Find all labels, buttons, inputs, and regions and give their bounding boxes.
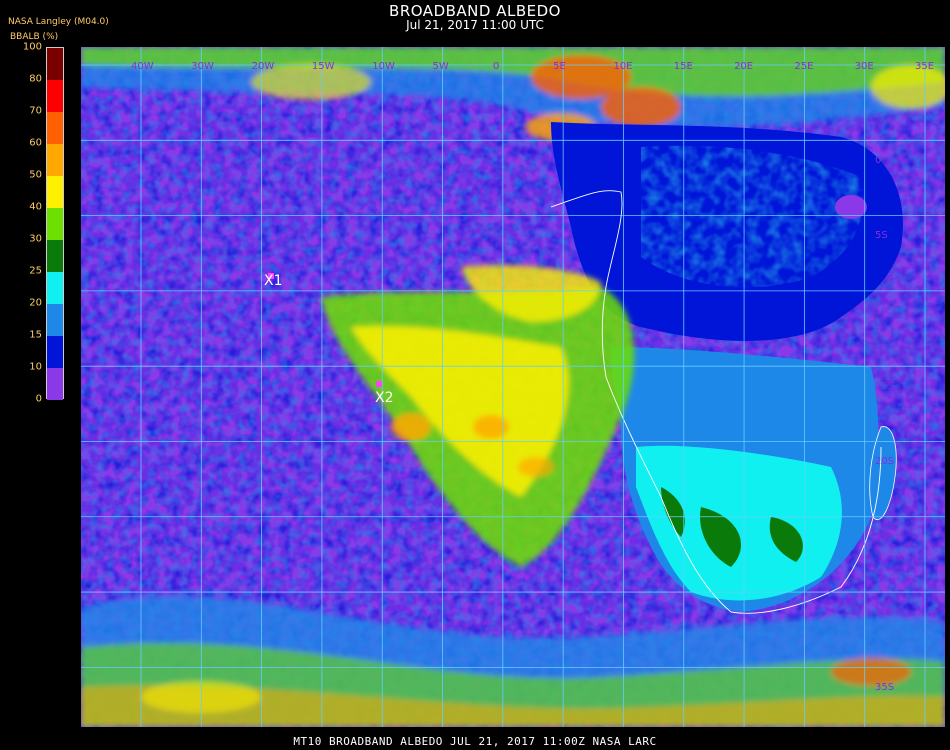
colorbar [46,47,64,400]
longitude-label: 10E [613,61,632,72]
colorbar-tick-label: 25 [29,265,42,277]
latitude-label: 0 [875,155,881,166]
latitude-label: 25S [875,531,894,542]
latitude-label: 20S [875,456,894,467]
colorbar-bin [47,240,63,272]
albedo-map-svg: 40W 30W 20W 15W 10W 5W 0 5E 10E 15E 20E 25E 30E 35E 0 5… [81,47,945,727]
marker-x1-label: X1 [264,273,283,289]
longitude-label: 20E [734,61,753,72]
map-subtitle: Jul 21, 2017 11:00 UTC [406,18,544,32]
colorbar-tick-label: 15 [29,329,42,341]
longitude-label: 15E [674,61,693,72]
colorbar-tick-label: 40 [29,201,42,213]
colorbar-bin [47,368,63,400]
colorbar-tick-label: 0 [35,393,42,405]
colorbar-bin [47,304,63,336]
longitude-label: 5W [433,61,449,72]
colorbar-bin [47,176,63,208]
colorbar-bin [47,336,63,368]
latitude-label: 5S [875,230,888,241]
longitude-label: 30W [191,61,214,72]
longitude-label: 30E [855,61,874,72]
longitude-label: 15W [312,61,335,72]
colorbar-bin [47,48,63,80]
latitude-label: 10S [875,305,894,316]
footer-caption: MT10 BROADBAND ALBEDO JUL 21, 2017 11:00… [293,735,657,748]
colorbar-bin [47,208,63,240]
colorbar-bin [47,144,63,176]
colorbar-bin [47,80,63,112]
longitude-label: 25E [794,61,813,72]
colorbar-bin [47,272,63,304]
marker-x1: X1 [264,273,283,289]
colorbar-bin [47,112,63,144]
colorbar-variable-label: BBALB (%) [10,32,59,42]
latitude-label: 35S [875,682,894,693]
colorbar-tick-label: 20 [29,297,42,309]
colorbar-tick-label: 10 [29,361,42,373]
colorbar-tick-label: 70 [29,105,42,117]
longitude-label: 35E [915,61,934,72]
colorbar-tick-label: 30 [29,233,42,245]
colorbar-tick-label: 60 [29,137,42,149]
longitude-label: 10W [372,61,395,72]
marker-x2-label: X2 [375,390,394,406]
longitude-label: 40W [131,61,154,72]
longitude-label: 20W [252,61,275,72]
colorbar-tick-label: 80 [29,73,42,85]
longitude-label: 5E [553,61,566,72]
longitude-label: 0 [493,61,499,72]
latitude-label: 30S [875,607,894,618]
colorbar-tick-label: 100 [22,41,42,53]
latitude-label: 15S [875,381,894,392]
albedo-map: 40W 30W 20W 15W 10W 5W 0 5E 10E 15E 20E 25E 30E 35E 0 5… [81,47,945,727]
colorbar-tick-label: 50 [29,169,42,181]
